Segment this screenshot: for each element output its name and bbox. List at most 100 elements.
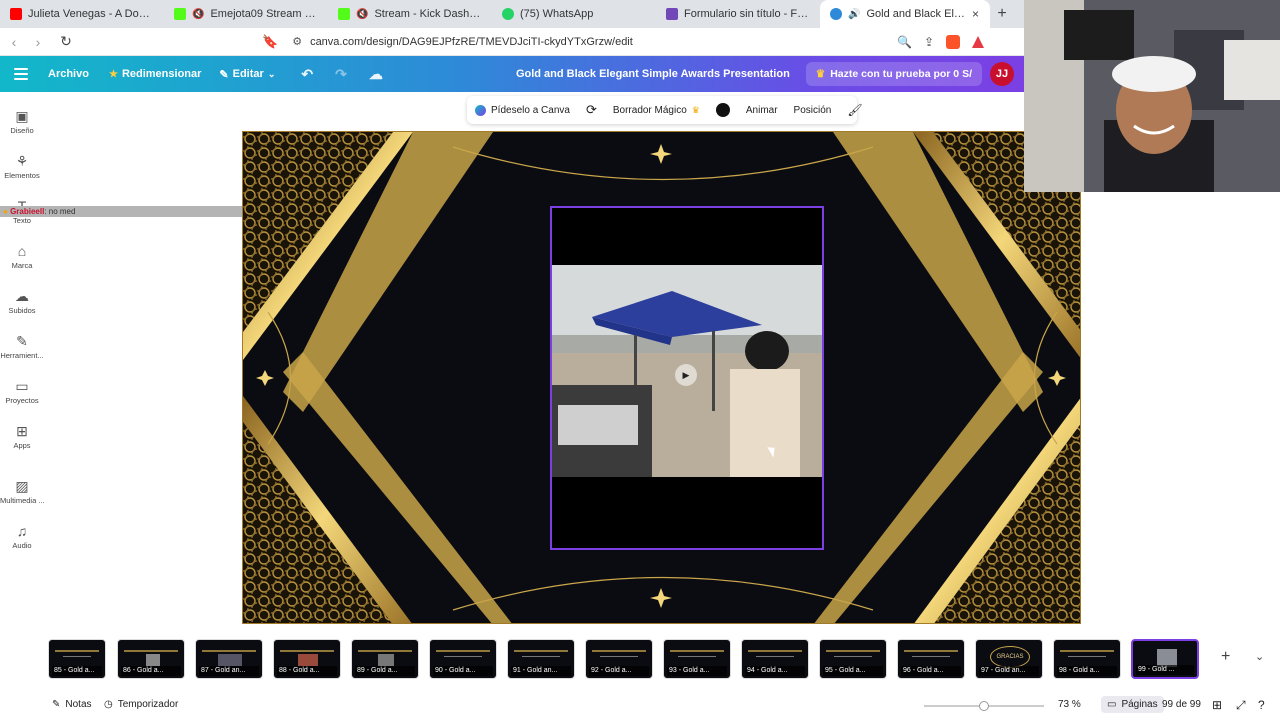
timer-icon: ◷ (104, 699, 113, 710)
sidebar-item-label: Subidos (8, 306, 36, 315)
resize-label: Redimensionar (121, 68, 202, 80)
zoom-slider-handle[interactable] (979, 701, 989, 711)
page-thumb-label: 91 - Gold an... (511, 666, 571, 676)
color-swatch-button[interactable] (708, 103, 738, 117)
replace-button[interactable]: ⟳ (578, 102, 605, 118)
tab-label: Julieta Venegas - A Donde Va El Vien (28, 8, 153, 20)
sidebar-item-label: Texto (13, 216, 31, 225)
side-panel: ▣Diseño ⚘Elementos TTexto ⌂Marca ☁Subido… (0, 92, 44, 682)
notes-button[interactable]: ✎ Notas (52, 699, 92, 710)
magic-eraser-button[interactable]: Borrador Mágico ♛ (605, 105, 708, 116)
page-thumb-96[interactable]: 96 - Gold a... (897, 639, 965, 679)
page-thumb-label: 86 - Gold a... (121, 666, 181, 676)
page-thumb-86[interactable]: 86 - Gold a... (117, 639, 185, 679)
page-thumb-85[interactable]: 85 - Gold a... (48, 639, 106, 679)
back-icon[interactable]: ‹ (4, 34, 24, 50)
page-thumb-93[interactable]: 93 - Gold a... (663, 639, 731, 679)
url-field[interactable]: canva.com/design/DAG9EJPfzRE/TMEVDJciTI-… (310, 36, 633, 48)
page-thumb-94[interactable]: 94 - Gold a... (741, 639, 809, 679)
sidebar-item-projects[interactable]: ▭ Proyectos (0, 376, 44, 405)
sidebar-item-multimedia[interactable]: ▨ Multimedia ... (0, 476, 44, 505)
page-thumb-label: 88 - Gold a... (277, 666, 337, 676)
crown-icon: ♛ (815, 68, 826, 80)
site-info-icon[interactable]: ⚙ (292, 35, 302, 48)
page-thumb-label: 87 - Gold an... (199, 666, 259, 676)
bookmark-icon[interactable]: 🔖 (262, 34, 278, 50)
help-icon[interactable]: ? (1258, 698, 1265, 712)
undo-icon[interactable]: ↶ (301, 66, 313, 83)
zoom-slider[interactable] (924, 701, 1044, 711)
kick-icon (338, 8, 350, 20)
reload-icon[interactable]: ↻ (56, 33, 76, 50)
page-thumb-99[interactable]: 99 - Gold ... (1131, 639, 1199, 679)
page-thumb-label: 99 - Gold ... (1136, 665, 1194, 675)
zoom-search-icon[interactable]: 🔍 (897, 35, 912, 49)
grid-view-icon[interactable]: ⊞ (1212, 698, 1222, 712)
brave-rewards-icon[interactable] (972, 35, 984, 48)
muted-icon: 🔇 (356, 8, 369, 20)
brave-shield-icon[interactable] (946, 34, 960, 49)
zoom-value[interactable]: 73 % (1058, 699, 1081, 710)
chat-message: : no med (44, 207, 76, 216)
animate-button[interactable]: Animar (738, 105, 786, 116)
new-tab-button[interactable]: + (990, 5, 1014, 23)
pages-button[interactable]: ▭ Páginas (1101, 696, 1164, 713)
page-thumb-92[interactable]: 92 - Gold a... (585, 639, 653, 679)
page-thumb-label: 89 - Gold a... (355, 666, 415, 676)
add-page-icon[interactable]: + (1221, 648, 1230, 666)
sidebar-item-apps[interactable]: ⊞ Apps (0, 421, 44, 450)
timer-button[interactable]: ◷ Temporizador (104, 699, 178, 710)
menu-icon[interactable] (14, 68, 28, 80)
page-thumb-87[interactable]: 87 - Gold an... (195, 639, 263, 679)
page-thumb-89[interactable]: 89 - Gold a... (351, 639, 419, 679)
page-thumb-label: 94 - Gold a... (745, 666, 805, 676)
edit-mode-button[interactable]: ✎ Editar ⌄ (219, 68, 275, 81)
file-menu-button[interactable]: Archivo (48, 68, 89, 80)
notes-icon: ✎ (52, 699, 61, 710)
page-thumb-98[interactable]: 98 - Gold a... (1053, 639, 1121, 679)
sidebar-item-elements[interactable]: ⚘ Elementos (0, 151, 44, 180)
pages-icon: ▭ (1107, 699, 1117, 710)
redo-icon[interactable]: ↷ (335, 66, 347, 83)
selected-video-element[interactable]: ▶ (550, 206, 824, 550)
resize-button[interactable]: ★ Redimensionar (109, 68, 201, 80)
fullscreen-icon[interactable]: ⤢ (1236, 698, 1246, 713)
page-thumb-95[interactable]: 95 - Gold a... (819, 639, 887, 679)
position-label: Posición (793, 104, 832, 116)
close-tab-icon[interactable]: × (972, 7, 979, 21)
page-thumb-88[interactable]: 88 - Gold a... (273, 639, 341, 679)
share-icon[interactable]: ⇪ (924, 35, 934, 49)
page-thumb-91[interactable]: 91 - Gold an... (507, 639, 575, 679)
trial-button[interactable]: ♛ Hazte con tu prueba por 0 S/ (805, 62, 982, 86)
page-thumb-90[interactable]: 90 - Gold a... (429, 639, 497, 679)
avatar[interactable]: JJ (990, 62, 1014, 86)
sidebar-item-tools[interactable]: ✎ Herramient... (0, 331, 44, 360)
copy-style-button[interactable]: 🖌 (839, 103, 870, 117)
cloud-saved-icon[interactable]: ☁ (369, 66, 383, 83)
trial-label: Hazte con tu prueba por 0 S/ (830, 68, 972, 80)
sidebar-item-uploads[interactable]: ☁ Subidos (0, 286, 44, 315)
sidebar-item-label: Multimedia ... (0, 496, 44, 505)
browser-tab-youtube[interactable]: Julieta Venegas - A Donde Va El Vien (0, 0, 164, 28)
play-icon[interactable]: ▶ (675, 364, 697, 386)
upload-icon: ☁ (15, 288, 29, 304)
chevron-down-icon[interactable]: ⌄ (1255, 650, 1264, 663)
sidebar-item-audio[interactable]: ♫ Audio (0, 521, 44, 550)
forward-icon[interactable]: › (28, 34, 48, 50)
sparkle-icon (650, 588, 672, 608)
muted-icon: 🔇 (192, 8, 205, 20)
ask-canva-button[interactable]: Pídeselo a Canva (467, 104, 578, 116)
position-button[interactable]: Posición (786, 105, 840, 116)
browser-tab-kick-stream[interactable]: 🔇 Emejota09 Stream - Watch Live o (164, 0, 328, 28)
layout-icon: ▣ (15, 108, 29, 124)
browser-tab-forms[interactable]: Formulario sin título - Formularios de (656, 0, 820, 28)
page-thumb-97[interactable]: GRACIAS 97 - Gold an... (975, 639, 1043, 679)
browser-tab-kick-dashboard[interactable]: 🔇 Stream - Kick Dashboard (328, 0, 492, 28)
sidebar-item-label: Herramient... (0, 351, 44, 360)
sidebar-item-brand[interactable]: ⌂ Marca (0, 241, 44, 270)
browser-tab-whatsapp[interactable]: (75) WhatsApp (492, 0, 656, 28)
design-canvas[interactable]: ▶ (242, 131, 1081, 624)
sidebar-item-design[interactable]: ▣ Diseño (0, 106, 44, 135)
browser-tab-canva[interactable]: 🔊 Gold and Black Elegant Simpl × (820, 0, 990, 28)
document-title[interactable]: Gold and Black Elegant Simple Awards Pre… (516, 68, 790, 80)
